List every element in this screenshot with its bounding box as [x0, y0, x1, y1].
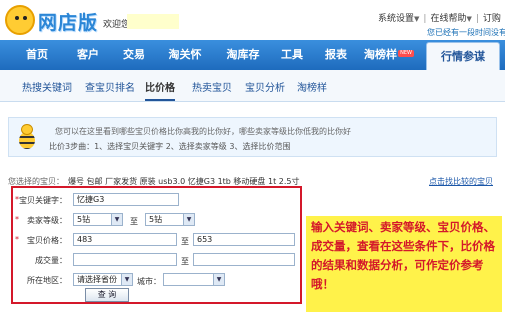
price-label: 宝贝价格： — [27, 236, 67, 245]
keyword-row: * 宝贝关键字： 忆捷G3 — [13, 191, 300, 207]
nav-taobangyang-label: 淘榜样 — [364, 48, 397, 61]
city-select[interactable]: ▼ — [163, 273, 225, 286]
divider: | — [423, 14, 427, 24]
nav-customers[interactable]: 客户 — [68, 40, 108, 70]
query-button[interactable]: 查 询 — [85, 288, 129, 302]
chevron-down-icon: ▼ — [111, 214, 122, 225]
subscribe-link[interactable]: 订购 — [483, 11, 501, 24]
nav-home[interactable]: 首页 — [14, 40, 60, 70]
tab-item-ranking[interactable]: 查宝贝排名 — [85, 79, 135, 94]
nav-taoguanhuai[interactable]: 淘关怀 — [160, 40, 210, 70]
province-select[interactable]: 请选择省份 ▼ — [73, 273, 133, 286]
to-label: 至 — [130, 217, 138, 226]
seller-level-from-select[interactable]: 5钻 ▼ — [73, 213, 123, 226]
volume-to-input[interactable] — [193, 253, 295, 266]
volume-label: 成交量： — [35, 256, 67, 265]
main-nav: 首页 客户 交易 淘关怀 淘库存 工具 报表 淘榜样 NEW 行情参谋 — [0, 40, 505, 70]
sub-nav: 热搜关键词 查宝贝排名 比价格 热卖宝贝 宝贝分析 淘榜样 — [0, 70, 505, 102]
new-badge: NEW — [398, 50, 414, 57]
province-value: 请选择省份 — [77, 275, 117, 284]
tab-item-analysis[interactable]: 宝贝分析 — [245, 79, 285, 94]
top-links: 系统设置▼ | 在线帮助▼ | 订购 — [378, 11, 501, 24]
region-label: 所在地区： — [27, 276, 67, 285]
bee-head — [21, 124, 33, 135]
chevron-down-icon: ▼ — [183, 214, 194, 225]
username-highlight — [127, 14, 179, 29]
nav-tools[interactable]: 工具 — [272, 40, 312, 70]
nav-market-advisor[interactable]: 行情参谋 — [426, 42, 500, 70]
mascot-icon — [5, 5, 35, 35]
tab-compare-price[interactable]: 比价格 — [145, 79, 175, 101]
online-help-link[interactable]: 在线帮助 — [430, 11, 466, 24]
info-steps: 比价3步曲：1、选择宝贝关键字 2、选择卖家等级 3、选择比价范围 — [49, 142, 291, 151]
nav-trades[interactable]: 交易 — [114, 40, 154, 70]
logo[interactable]: 网店版 — [5, 5, 103, 35]
announcement-text[interactable]: 您已经有一段时间没有 — [427, 27, 505, 38]
info-description: 您可以在这里看到哪些宝贝价格比你高我的比你好，哪些卖家等级比你低我的比你好 — [55, 127, 351, 136]
tab-taobangyang[interactable]: 淘榜样 — [297, 79, 327, 94]
logo-text: 网店版 — [38, 12, 99, 34]
nav-inventory[interactable]: 淘库存 — [218, 40, 268, 70]
tab-hot-items[interactable]: 热卖宝贝 — [192, 79, 232, 94]
city-label: 城市： — [137, 277, 161, 286]
seller-level-from-value: 5钻 — [77, 215, 91, 224]
compare-form: * 宝贝关键字： 忆捷G3 * 卖家等级： 5钻 ▼ 至 5钻 ▼ * 宝贝价格： … — [11, 186, 302, 304]
chevron-down-icon: ▼ — [466, 15, 472, 23]
find-compare-link[interactable]: 点击找比较的宝贝 — [429, 176, 493, 187]
region-row: 所在地区： 请选择省份 ▼ 城市： ▼ — [13, 271, 300, 287]
divider: | — [475, 14, 479, 24]
system-settings-link[interactable]: 系统设置 — [378, 11, 414, 24]
annotation-callout: 输入关键词、卖家等级、宝贝价格、成交量，查看在这些条件下，比价格的结果和数据分析… — [306, 216, 502, 312]
keyword-label: 宝贝关键字： — [19, 196, 67, 205]
to-label: 至 — [181, 257, 189, 266]
welcome-text: 欢迎您 — [103, 20, 131, 30]
tab-hot-keywords[interactable]: 热搜关键词 — [22, 79, 72, 94]
seller-level-to-value: 5钻 — [149, 215, 163, 224]
header: 网店版 欢迎您 系统设置▼ | 在线帮助▼ | 订购 您已经有一段时间没有 — [0, 0, 505, 40]
selected-item-label: 您选择的宝贝： — [8, 177, 64, 186]
volume-row: 成交量： 至 — [13, 251, 300, 267]
info-box: 您可以在这里看到哪些宝贝价格比你高我的比你好，哪些卖家等级比你低我的比你好 比价… — [8, 117, 497, 157]
seller-level-to-select[interactable]: 5钻 ▼ — [145, 213, 195, 226]
chevron-down-icon: ▼ — [121, 274, 132, 285]
selected-item-value: 爆号 包邮 厂家发货 原装 usb3.0 忆捷G3 1tb 移动硬盘 1t 2.… — [68, 177, 300, 186]
price-to-input[interactable]: 653 — [193, 233, 295, 246]
nav-reports[interactable]: 报表 — [316, 40, 356, 70]
bee-icon — [15, 124, 39, 150]
seller-level-label: 卖家等级： — [27, 216, 67, 225]
nav-taobangyang[interactable]: 淘榜样 NEW — [360, 40, 416, 70]
chevron-down-icon: ▼ — [213, 274, 224, 285]
to-label: 至 — [181, 237, 189, 246]
keyword-input[interactable]: 忆捷G3 — [73, 193, 179, 206]
chevron-down-icon: ▼ — [414, 15, 420, 23]
price-from-input[interactable]: 483 — [73, 233, 177, 246]
seller-level-row: * 卖家等级： 5钻 ▼ 至 5钻 ▼ — [13, 211, 300, 227]
volume-from-input[interactable] — [73, 253, 177, 266]
price-row: * 宝贝价格： 483 至 653 — [13, 231, 300, 247]
